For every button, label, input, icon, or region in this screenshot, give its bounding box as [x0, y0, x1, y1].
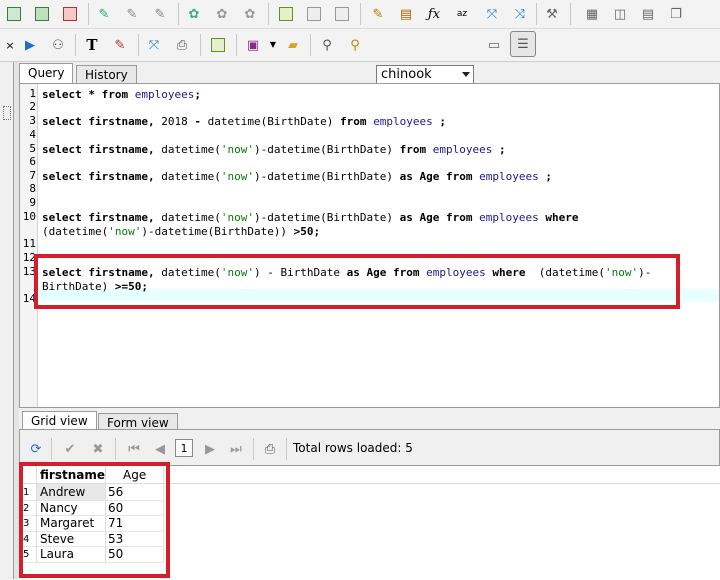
table-icon[interactable] [332, 4, 352, 24]
expand-icon[interactable]: ⤧ [482, 4, 502, 24]
page-number[interactable]: 1 [175, 439, 193, 457]
last-page-icon[interactable]: ⏭ [226, 439, 246, 459]
delete-icon[interactable] [60, 4, 80, 24]
layout-icon[interactable]: ▭ [484, 35, 504, 55]
line-number: 4 [29, 128, 36, 141]
checkmark-icon[interactable]: ✔ [60, 439, 80, 459]
tree-icon[interactable]: ⚇ [48, 35, 68, 55]
gear-icon[interactable]: ✿ [212, 4, 232, 24]
first-page-icon[interactable]: ⏮ [124, 439, 144, 459]
link-icon[interactable]: ✎ [94, 4, 114, 24]
code-line: select firstname, 2018 - datetime(BirthD… [42, 115, 447, 128]
function-icon[interactable]: ƒx [424, 4, 444, 24]
highlight-box [34, 254, 680, 309]
code-line: select * from employees; [42, 88, 201, 101]
expand-icon[interactable]: ⤧ [144, 35, 164, 55]
highlight-box [19, 462, 170, 578]
search-replace-icon[interactable]: ⚲ [345, 35, 365, 55]
line-number: 7 [29, 169, 36, 182]
save-icon[interactable]: ▣ [243, 35, 263, 55]
unlink-icon[interactable]: ✎ [122, 4, 142, 24]
code-line: (datetime('now')-datetime(BirthDate)) >5… [42, 225, 321, 238]
print-icon[interactable]: ⎙ [260, 439, 280, 459]
text-icon[interactable]: T [82, 35, 102, 55]
edit-icon[interactable]: ✎ [368, 4, 388, 24]
table-icon[interactable] [208, 35, 228, 55]
line-number: 1 [29, 87, 36, 100]
search-icon[interactable]: ⚲ [317, 35, 337, 55]
collapse-icon[interactable]: ⤨ [510, 4, 530, 24]
tree-node[interactable] [3, 106, 11, 120]
query-toolbar: × ▶ ⚇ T ✎ ⤧ ⎙ ▣ ▼ ▰ ⚲ ⚲ chinook ▭ ☰ [0, 29, 720, 84]
next-page-icon[interactable]: ▶ [200, 439, 220, 459]
gear-icon[interactable]: ✿ [240, 4, 260, 24]
run-icon[interactable]: ▶ [20, 35, 40, 55]
line-number: 10 [22, 210, 36, 223]
wrench-icon[interactable]: ⚒ [542, 4, 562, 24]
sql-editor[interactable]: 1 2 3 4 5 6 7 8 9 10 11 12 13 14 select … [19, 83, 720, 408]
line-number: 11 [22, 237, 36, 250]
unlink-icon[interactable]: ✎ [150, 4, 170, 24]
table-icon[interactable] [276, 4, 296, 24]
gear-icon[interactable]: ✿ [184, 4, 204, 24]
code-line: select firstname, datetime('now')-dateti… [42, 211, 579, 224]
code-line: select firstname, datetime('now')-dateti… [42, 143, 506, 156]
layout-icon[interactable]: ▦ [582, 4, 602, 24]
database-select-value: chinook [381, 67, 432, 82]
database-select[interactable]: chinook [376, 65, 474, 84]
line-number: 9 [29, 196, 36, 209]
export-icon[interactable]: ▤ [396, 4, 416, 24]
print-icon[interactable]: ⎙ [172, 35, 192, 55]
previous-page-icon[interactable]: ◀ [150, 439, 170, 459]
rows-loaded-status: Total rows loaded: 5 [293, 441, 413, 455]
close-icon[interactable]: ✖ [88, 439, 108, 459]
main-toolbar: ✎ ✎ ✎ ✿ ✿ ✿ ✎ ▤ ƒx az ⤧ ⤨ ⚒ ▦ ◫ ▤ ❐ [0, 0, 720, 29]
tab-history[interactable]: History [76, 65, 137, 83]
results-grid[interactable]: firstname Age 1 Andrew 56 2 Nancy 60 3 M… [19, 462, 720, 580]
refresh-icon[interactable]: ⟳ [26, 439, 46, 459]
line-number: 8 [29, 182, 36, 195]
chevron-down-icon[interactable]: ▼ [263, 35, 283, 55]
tab-query[interactable]: Query [19, 63, 74, 83]
layout-icon[interactable]: ▤ [638, 4, 658, 24]
layout-icon[interactable]: ◫ [610, 4, 630, 24]
chevron-down-icon [462, 72, 470, 77]
edit-icon[interactable]: ✎ [110, 35, 130, 55]
add-icon[interactable] [32, 4, 52, 24]
layout-icon[interactable]: ☰ [510, 31, 536, 57]
line-number: 2 [29, 100, 36, 113]
table-icon[interactable] [304, 4, 324, 24]
code-line: select firstname, datetime('now')-dateti… [42, 170, 552, 183]
line-number: 6 [29, 155, 36, 168]
object-browser-panel [0, 62, 14, 579]
open-folder-icon[interactable]: ▰ [283, 35, 303, 55]
layout-icon[interactable]: ❐ [666, 4, 686, 24]
sort-icon[interactable]: az [452, 4, 472, 24]
new-query-icon[interactable] [4, 4, 24, 24]
line-number: 5 [29, 142, 36, 155]
tab-grid-view[interactable]: Grid view [22, 411, 97, 431]
close-icon[interactable]: × [0, 35, 20, 55]
line-number: 3 [29, 114, 36, 127]
